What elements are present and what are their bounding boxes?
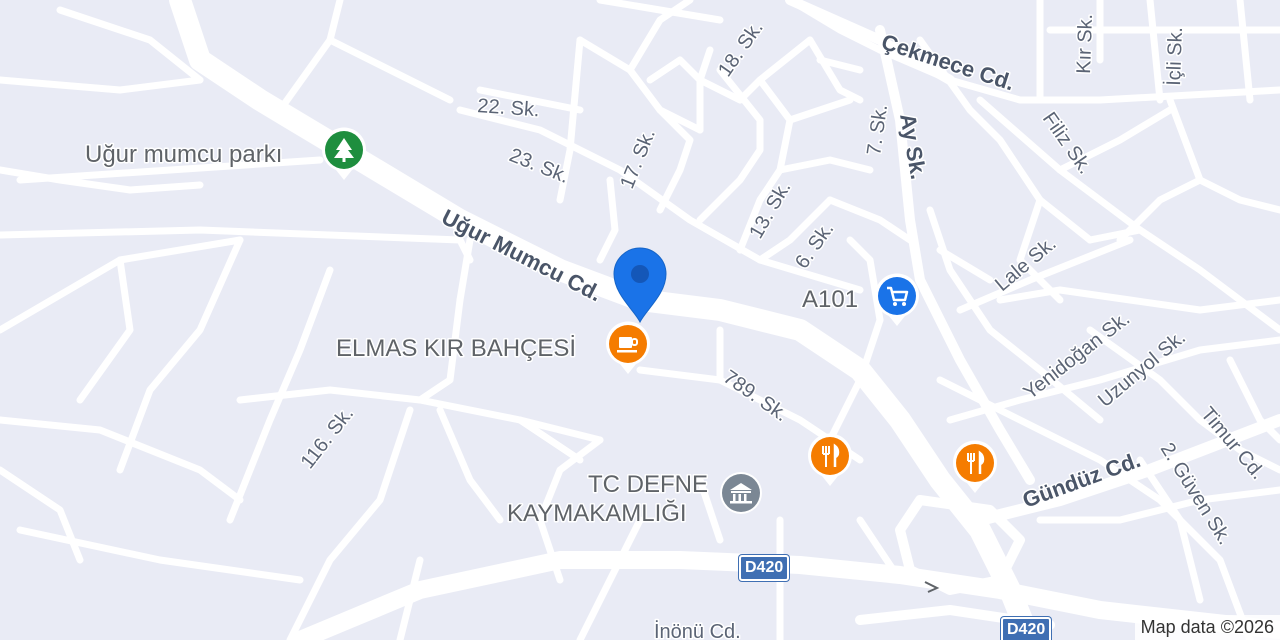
map-attribution[interactable]: Map data ©2026 bbox=[1134, 615, 1280, 640]
government-icon[interactable] bbox=[720, 472, 762, 514]
poi-pins bbox=[322, 127, 997, 514]
park-icon[interactable] bbox=[322, 127, 366, 180]
restaurant-icon[interactable] bbox=[808, 433, 852, 486]
location-pin-icon[interactable] bbox=[613, 247, 667, 324]
map-canvas[interactable]: Uğur Mumcu Cd. Çekmece Cd. 22. Sk. 23. S… bbox=[0, 0, 1280, 640]
restaurant-icon[interactable] bbox=[953, 440, 997, 493]
highway-shield-d420: D420 bbox=[739, 555, 790, 581]
highway-shield-d420: D420 bbox=[1001, 617, 1052, 640]
cafe-icon[interactable] bbox=[606, 321, 650, 374]
shopping-cart-icon[interactable] bbox=[875, 273, 919, 326]
